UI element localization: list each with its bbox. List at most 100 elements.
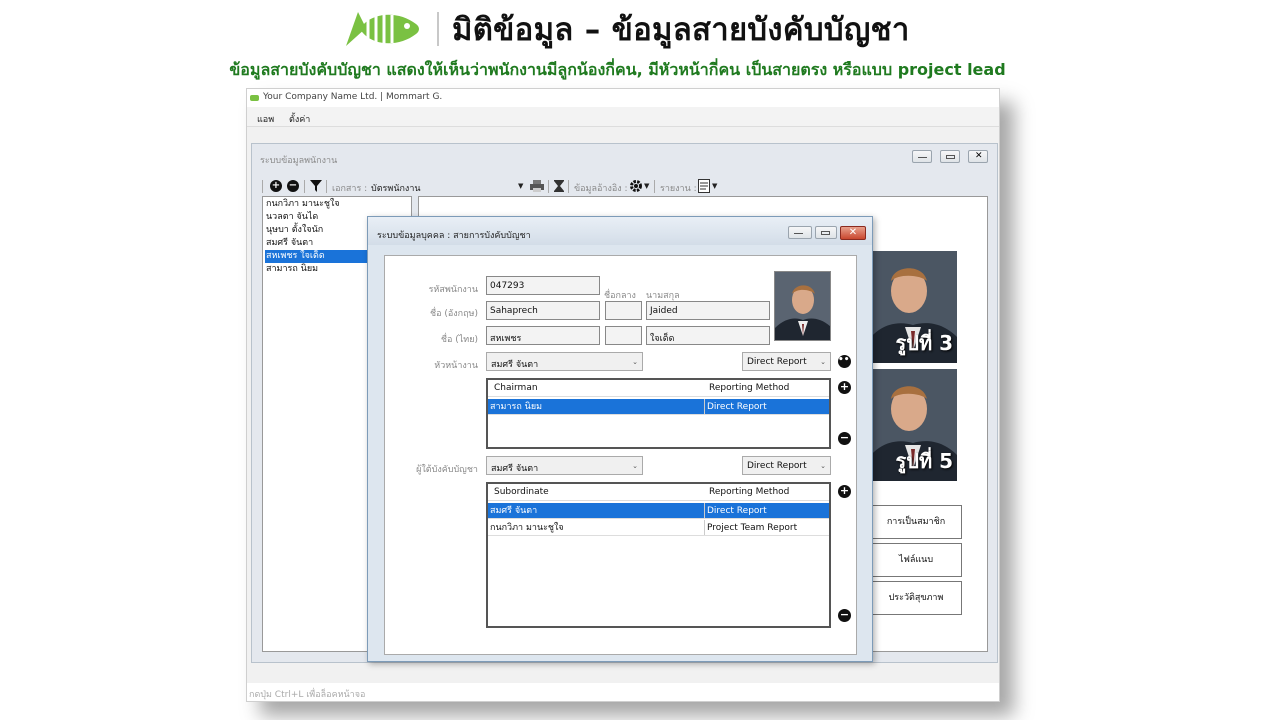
employee-toolbar: + − เอกสาร : บัตรพนักงาน ▼ ข้อมูลอ้างอิง… (260, 178, 990, 198)
table-cell: Project Team Report (707, 523, 798, 533)
attachment-button[interactable]: ไฟล์แนบ (870, 543, 962, 577)
filter-icon[interactable] (310, 180, 322, 195)
hourglass-icon[interactable] (554, 180, 564, 195)
chevron-down-icon[interactable]: ▼ (712, 182, 717, 190)
report-label: รายงาน : (660, 184, 697, 194)
print-icon[interactable] (530, 180, 544, 195)
membership-button[interactable]: การเป็นสมาชิก (870, 505, 962, 539)
remove-icon[interactable]: − (838, 432, 851, 445)
toolbar-separator (568, 180, 569, 193)
dialog-titlebar: ระบบข้อมูลบุคคล : สายการบังคับบัญชา ✕ (368, 217, 872, 245)
middle-name-en-field[interactable] (605, 301, 642, 320)
window-controls: ✕ (912, 150, 992, 164)
maximize-button[interactable] (940, 150, 960, 163)
reporting-line-dialog: ระบบข้อมูลบุคคล : สายการบังคับบัญชา ✕ รห… (367, 216, 873, 662)
subordinate-label: ผู้ใต้บังคับบัญชา (416, 465, 478, 475)
table-row[interactable]: สามารถ นิยม Direct Report (488, 399, 829, 415)
add-icon[interactable]: + (838, 485, 851, 498)
page-title: มิติข้อมูล – ข้อมูลสายบังคับบัญชา (452, 12, 910, 48)
first-name-th-field[interactable]: สหเพชร (486, 326, 600, 345)
subordinate-method-value: Direct Report (747, 461, 807, 471)
photo-caption: รูปที่ 5 (895, 449, 954, 473)
gear-icon[interactable] (629, 179, 643, 196)
photo-caption: รูปที่ 3 (895, 331, 954, 355)
chevron-down-icon: ⌄ (820, 358, 826, 366)
employee-photo-3: รูปที่ 3 (869, 251, 957, 363)
subordinate-grid-header: Subordinate Reporting Method (488, 484, 829, 501)
employee-code-label: รหัสพนักงาน (428, 285, 478, 295)
last-name-label: นามสกุล (646, 291, 680, 301)
toolbar-separator (326, 180, 327, 193)
health-history-button[interactable]: ประวัติสุขภาพ (870, 581, 962, 615)
subordinate-grid: Subordinate Reporting Method สมศรี จันตา… (486, 482, 831, 628)
chairman-grid: Chairman Reporting Method สามารถ นิยม Di… (486, 378, 831, 449)
column-separator (704, 399, 705, 414)
name-en-label: ชื่อ (อังกฤษ) (429, 309, 478, 319)
table-cell: กนกวิภา มานะชูใจ (490, 523, 564, 533)
toolbar-separator (548, 180, 549, 193)
table-row[interactable]: กนกวิภา มานะชูใจ Project Team Report (488, 520, 829, 536)
supervisor-label: หัวหน้างาน (434, 361, 478, 371)
supervisor-method-select[interactable]: Direct Report ⌄ (742, 352, 831, 371)
more-icon[interactable]: ••• (838, 355, 855, 368)
maximize-button[interactable] (815, 226, 837, 239)
toolbar-separator (262, 180, 263, 193)
minimize-button[interactable] (788, 226, 812, 239)
chevron-down-icon: ⌄ (632, 462, 638, 470)
app-window-title: Your Company Name Ltd. | Mommart G. (263, 92, 443, 102)
table-cell: Direct Report (707, 402, 767, 412)
chevron-down-icon: ⌄ (632, 358, 638, 366)
column-separator (704, 520, 705, 535)
column-header: Reporting Method (709, 383, 790, 393)
dialog-title: ระบบข้อมูลบุคคล : สายการบังคับบัญชา (377, 231, 531, 241)
middle-name-th-field[interactable] (605, 326, 642, 345)
supervisor-select[interactable]: สมศรี จันตา ⌄ (486, 352, 643, 371)
remove-icon[interactable]: − (838, 609, 851, 622)
app-titlebar: Your Company Name Ltd. | Mommart G. (247, 89, 999, 107)
table-cell: Direct Report (707, 506, 767, 516)
last-name-en-field[interactable]: Jaided (646, 301, 770, 320)
fish-logo-icon (344, 6, 424, 52)
header-divider (437, 12, 439, 46)
add-icon[interactable]: + (270, 180, 282, 192)
employee-window-title: ระบบข้อมูลพนักงาน (260, 156, 338, 166)
add-icon[interactable]: + (838, 381, 851, 394)
chevron-down-icon: ⌄ (820, 462, 826, 470)
subordinate-select-value: สมศรี จันตา (491, 464, 539, 474)
report-icon[interactable] (698, 179, 710, 196)
last-name-th-field[interactable]: ใจเด็ด (646, 326, 770, 345)
subordinate-select[interactable]: สมศรี จันตา ⌄ (486, 456, 643, 475)
chevron-down-icon[interactable]: ▼ (518, 182, 523, 190)
list-item[interactable]: กนกวิภา มานะชูใจ (265, 198, 410, 211)
close-button[interactable]: ✕ (840, 226, 866, 240)
person-photo (774, 271, 831, 341)
chairman-grid-header: Chairman Reporting Method (488, 380, 829, 397)
app-logo-icon (250, 95, 259, 101)
column-header: Chairman (494, 383, 538, 393)
reference-label: ข้อมูลอ้างอิง : (574, 184, 628, 194)
toolbar-separator (654, 180, 655, 193)
table-row[interactable]: สมศรี จันตา Direct Report (488, 503, 829, 519)
supervisor-method-value: Direct Report (747, 357, 807, 367)
status-bar: กดปุ่ม Ctrl+L เพื่อล็อคหน้าจอ (247, 683, 999, 701)
menu-bar: แอพ ตั้งค่า (247, 107, 999, 127)
column-header: Reporting Method (709, 487, 790, 497)
document-label: เอกสาร : (332, 184, 368, 194)
middle-name-label: ชื่อกลาง (604, 291, 636, 301)
menu-settings[interactable]: ตั้งค่า (289, 112, 310, 126)
page-subtitle: ข้อมูลสายบังคับบัญชา แสดงให้เห็นว่าพนักง… (229, 60, 1006, 79)
remove-icon[interactable]: − (287, 180, 299, 192)
first-name-en-field[interactable]: Sahaprech (486, 301, 600, 320)
table-cell: สมศรี จันตา (490, 506, 538, 516)
column-header: Subordinate (494, 487, 549, 497)
chevron-down-icon[interactable]: ▼ (644, 182, 649, 190)
menu-app[interactable]: แอพ (257, 112, 274, 126)
name-th-label: ชื่อ (ไทย) (440, 335, 478, 345)
employee-photo-5: รูปที่ 5 (869, 369, 957, 481)
document-select[interactable]: บัตรพนักงาน (371, 181, 421, 195)
minimize-button[interactable] (912, 150, 932, 163)
employee-code-field[interactable]: 047293 (486, 276, 600, 295)
subordinate-method-select[interactable]: Direct Report ⌄ (742, 456, 831, 475)
close-button[interactable]: ✕ (968, 150, 988, 163)
table-cell: สามารถ นิยม (490, 402, 543, 412)
